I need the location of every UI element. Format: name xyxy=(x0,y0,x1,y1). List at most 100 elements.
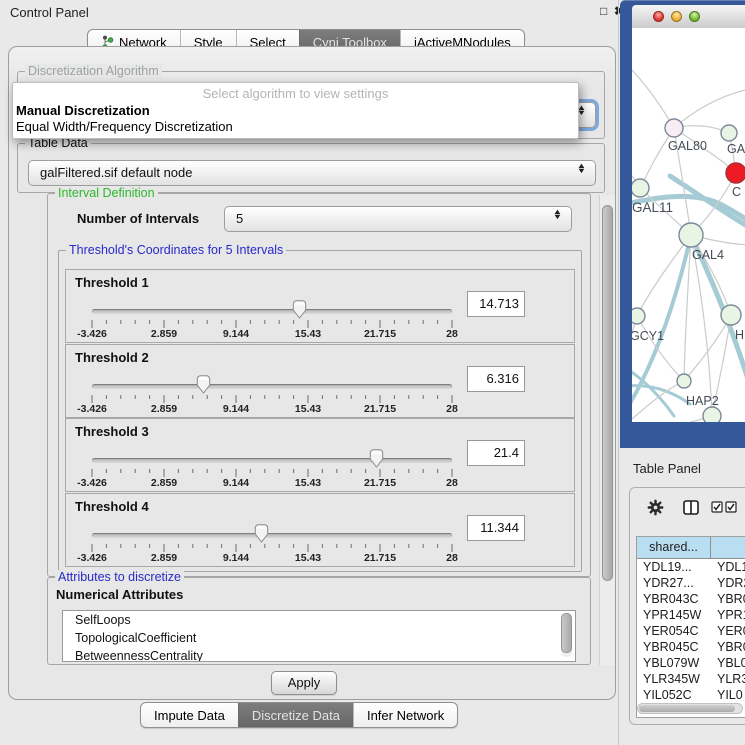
network-edge[interactable] xyxy=(637,316,684,381)
network-node-hap2[interactable] xyxy=(677,374,691,388)
table-row[interactable]: YBL079WYBL0 xyxy=(637,655,745,671)
table-row[interactable]: YDR27...YDR2 xyxy=(637,575,745,591)
threshold-label: Threshold 3 xyxy=(75,424,149,439)
slider-thumb[interactable] xyxy=(195,375,212,394)
list-scrollbar-thumb[interactable] xyxy=(561,613,572,653)
table-row[interactable]: YLR345WYLR3 xyxy=(637,671,745,687)
threshold-panel: Threshold 3 -3.4262.8599.14415.4321.71528… xyxy=(65,418,575,492)
threshold-slider[interactable]: -3.4262.8599.14415.4321.71528 xyxy=(86,292,458,340)
tab-label: Infer Network xyxy=(367,708,444,723)
slider-track[interactable] xyxy=(92,533,452,538)
numerical-attributes-list[interactable]: SelfLoopsTopologicalCoefficientBetweenne… xyxy=(62,610,576,662)
close-traffic-light-icon[interactable] xyxy=(653,11,664,22)
zoom-traffic-light-icon[interactable] xyxy=(689,11,700,22)
table-rows: YDL19...YDL1YDR27...YDR2YBR043CYBR0YPR14… xyxy=(637,559,745,703)
threshold-value[interactable]: 21.4 xyxy=(467,440,525,466)
network-edge[interactable] xyxy=(674,88,745,128)
table-hscrollbar[interactable] xyxy=(637,703,743,714)
tick-label: 15.43 xyxy=(295,403,321,415)
network-view-window[interactable]: GAL80GACGAL11GAL4GCY1HHAP2 xyxy=(620,0,745,448)
popup-placeholder: Select algorithm to view settings xyxy=(13,86,578,101)
network-node-gal80[interactable] xyxy=(665,119,683,137)
attribute-item[interactable]: SelfLoops xyxy=(63,611,575,629)
threshold-slider[interactable]: -3.4262.8599.14415.4321.71528 xyxy=(86,441,458,489)
minimize-traffic-light-icon[interactable] xyxy=(671,11,682,22)
column-header-n[interactable]: n xyxy=(711,537,745,559)
node-attribute-table[interactable]: shared...n YDL19...YDL1YDR27...YDR2YBR04… xyxy=(636,536,745,718)
network-node[interactable] xyxy=(703,407,721,422)
network-node-gal4[interactable] xyxy=(679,223,703,247)
table-row[interactable]: YBR043CYBR0 xyxy=(637,591,745,607)
threshold-value[interactable]: 14.713 xyxy=(467,291,525,317)
table-row[interactable]: YBR045CYBR0 xyxy=(637,639,745,655)
table-cell: YPR145W xyxy=(637,607,711,623)
split-columns-icon[interactable] xyxy=(683,500,699,515)
tick-label: 2.859 xyxy=(151,403,177,415)
slider-track[interactable] xyxy=(92,309,452,314)
network-node-gcy1[interactable] xyxy=(632,308,645,324)
tick-label: 9.144 xyxy=(223,328,249,340)
slider-thumb[interactable] xyxy=(253,524,270,543)
table-cell: YBR0 xyxy=(711,591,745,607)
float-icon[interactable]: □ xyxy=(600,4,607,18)
network-canvas[interactable]: GAL80GACGAL11GAL4GCY1HHAP2 xyxy=(632,28,745,422)
network-edge[interactable] xyxy=(632,64,674,128)
table-cell: YBR045C xyxy=(637,639,711,655)
algorithm-dropdown-popup: Select algorithm to view settings Manual… xyxy=(12,82,579,139)
gear-icon[interactable] xyxy=(647,499,664,516)
tick-label: 21.715 xyxy=(364,552,396,564)
threshold-slider[interactable]: -3.4262.8599.14415.4321.71528 xyxy=(86,367,458,415)
table-hscrollbar-thumb[interactable] xyxy=(639,705,735,712)
network-node-label: H xyxy=(735,328,744,342)
network-node-label: C xyxy=(732,185,741,199)
checkbox-checked-icon[interactable] xyxy=(725,501,737,513)
table-cell: YBL0 xyxy=(711,655,745,671)
network-node-h[interactable] xyxy=(721,305,741,325)
column-header-shared[interactable]: shared... xyxy=(637,537,711,559)
popup-item-equal-width-frequency-discretization[interactable]: Equal Width/Frequency Discretization xyxy=(16,119,233,134)
slider-thumb[interactable] xyxy=(291,300,308,319)
table-row[interactable]: YIL052CYIL0 xyxy=(637,687,745,703)
settings-scrollbar[interactable] xyxy=(599,195,615,665)
table-row[interactable]: YDL19...YDL1 xyxy=(637,559,745,575)
table-row[interactable]: YPR145WYPR1 xyxy=(637,607,745,623)
tab-discretize-data[interactable]: Discretize Data xyxy=(238,703,353,727)
tick-label: 2.859 xyxy=(151,477,177,489)
apply-button[interactable]: Apply xyxy=(271,671,337,695)
network-edge[interactable] xyxy=(632,416,712,422)
network-node-label: HAP2 xyxy=(686,394,719,408)
slider-ticks xyxy=(86,544,458,553)
checkbox-checked-icon[interactable] xyxy=(711,501,723,513)
tab-impute-data[interactable]: Impute Data xyxy=(141,703,238,727)
network-node-c[interactable] xyxy=(726,163,745,183)
tick-label: 21.715 xyxy=(364,403,396,415)
number-of-intervals-combobox[interactable]: 5 ▲▼ xyxy=(224,206,572,232)
list-scrollbar[interactable] xyxy=(561,613,572,657)
network-window-titlebar[interactable] xyxy=(632,5,745,29)
network-edge[interactable] xyxy=(641,128,674,188)
tab-infer-network[interactable]: Infer Network xyxy=(353,703,457,727)
slider-ticks xyxy=(86,395,458,404)
group-title: Threshold's Coordinates for 5 Intervals xyxy=(66,243,286,258)
settings-scrollbar-thumb[interactable] xyxy=(602,205,613,581)
table-cell: YDL1 xyxy=(711,559,745,575)
threshold-panel: Threshold 4-3.4262.8599.14415.4321.71528… xyxy=(65,493,575,567)
network-node-ga[interactable] xyxy=(721,125,737,141)
attribute-item[interactable]: BetweennessCentrality xyxy=(63,647,575,662)
threshold-value[interactable]: 11.344 xyxy=(467,515,525,541)
popup-item-manual-discretization[interactable]: Manual Discretization xyxy=(16,103,150,118)
tick-label: -3.426 xyxy=(77,552,107,564)
table-data-combobox[interactable]: galFiltered.sif default node ▲▼ xyxy=(28,160,596,186)
table-row[interactable]: YER054CYER0 xyxy=(637,623,745,639)
threshold-slider[interactable]: -3.4262.8599.14415.4321.71528 xyxy=(86,516,458,564)
slider-track[interactable] xyxy=(92,384,452,389)
table-cell: YIL052C xyxy=(637,687,711,703)
number-of-intervals-value: 5 xyxy=(236,211,243,226)
threshold-value[interactable]: 6.316 xyxy=(467,366,525,392)
control-panel-titlebar: Control Panel □ ✖ xyxy=(0,0,618,24)
slider-thumb[interactable] xyxy=(368,449,385,468)
network-node-gal11[interactable] xyxy=(632,179,649,197)
attribute-item[interactable]: TopologicalCoefficient xyxy=(63,629,575,647)
slider-track[interactable] xyxy=(92,458,452,463)
table-panel-title: Table Panel xyxy=(633,461,701,476)
